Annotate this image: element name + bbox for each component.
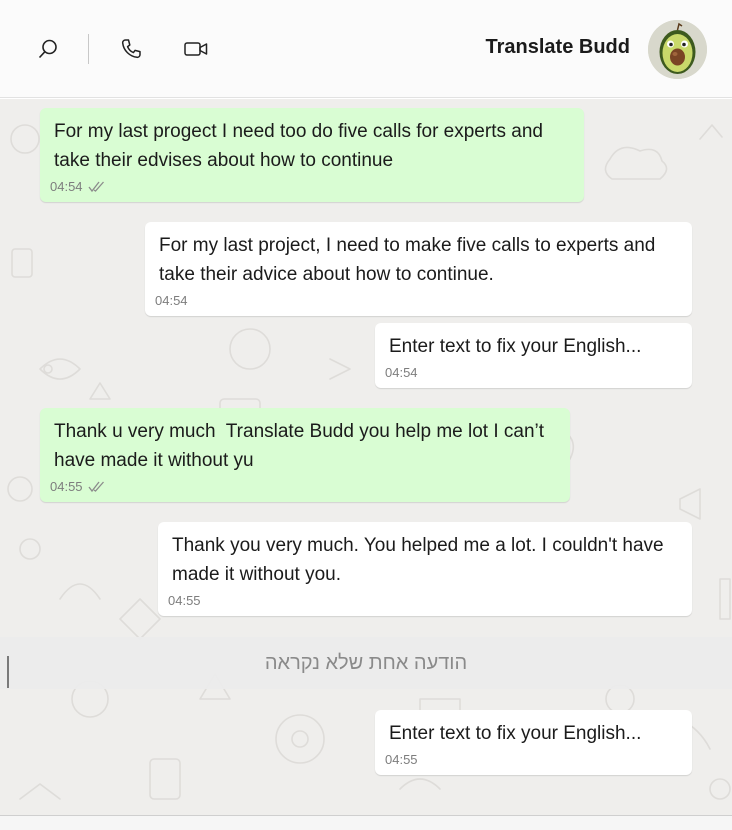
header-divider [88,34,89,64]
unread-divider-label: הודעה אחת שלא נקראה [264,651,468,674]
chat-header: Translate Budd [0,0,732,98]
chat-area[interactable]: For my last progect I need too do five c… [0,99,732,815]
message-time: 04:54 [50,179,83,194]
message-bubble-outgoing[interactable]: For my last progect I need too do five c… [40,108,584,202]
message-meta: 04:55 [168,593,201,609]
message-time: 04:55 [168,593,201,608]
message-meta: 04:54 [50,179,106,195]
message-text: Enter text to fix your English... [389,336,642,357]
unread-messages-divider: הודעה אחת שלא נקראה [0,637,732,689]
message-time: 04:54 [385,365,418,380]
read-receipt-icon [88,481,104,493]
message-text: For my last project, I need to make five… [159,235,661,285]
message-bubble-outgoing[interactable]: Thank u very much Translate Budd you hel… [40,408,570,502]
scroll-indicator[interactable] [7,656,9,688]
message-meta: 04:55 [385,752,418,768]
message-meta: 04:54 [155,293,188,309]
avocado-avatar[interactable] [648,20,707,79]
message-text: For my last progect I need too do five c… [54,121,549,171]
search-icon[interactable] [33,34,63,64]
composer-bar[interactable] [0,815,732,830]
message-text: Thank u very much Translate Budd you hel… [54,421,550,471]
chat-title: Translate Budd [485,36,630,58]
phone-icon[interactable] [116,34,146,64]
video-camera-icon[interactable] [181,34,211,64]
message-text: Enter text to fix your English... [389,723,642,744]
message-time: 04:55 [385,752,418,767]
message-time: 04:55 [50,479,83,494]
message-text: Thank you very much. You helped me a lot… [172,535,669,585]
message-bubble-incoming[interactable]: Enter text to fix your English... 04:55 [375,710,692,775]
message-meta: 04:54 [385,365,418,381]
message-bubble-incoming[interactable]: For my last project, I need to make five… [145,222,692,316]
read-receipt-icon [88,181,104,193]
message-meta: 04:55 [50,479,106,495]
message-bubble-incoming[interactable]: Thank you very much. You helped me a lot… [158,522,692,616]
message-bubble-incoming[interactable]: Enter text to fix your English... 04:54 [375,323,692,388]
message-time: 04:54 [155,293,188,308]
